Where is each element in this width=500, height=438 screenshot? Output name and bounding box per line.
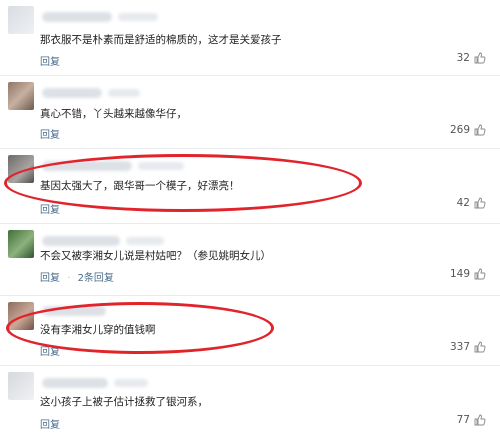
avatar[interactable] — [8, 230, 34, 258]
comment-text: 不会又被李湘女儿说是村姑吧？（参见姚明女儿） — [40, 250, 271, 262]
thumbs-up-icon — [474, 197, 486, 209]
separator: · — [67, 273, 71, 284]
comment-actions: 回复 — [40, 53, 64, 68]
highlight-ellipse — [4, 154, 362, 212]
thumbs-up-icon — [474, 414, 486, 426]
comment-actions: 回复 — [40, 126, 64, 141]
like-count: 32 — [456, 52, 470, 64]
comment-item: 不会又被李湘女儿说是村姑吧？（参见姚明女儿） 回复 · 2条回复 149 — [0, 224, 500, 296]
thumbs-up-icon — [474, 341, 486, 353]
comment-text: 这小孩子上被子估计拯救了银河系， — [40, 396, 208, 408]
like-button[interactable]: 32 — [457, 52, 486, 64]
like-count: 337 — [449, 341, 470, 353]
like-count: 269 — [449, 124, 470, 136]
username-blurred-extra — [126, 237, 164, 245]
comment-actions: 回复 · 2条回复 — [40, 269, 118, 284]
avatar[interactable] — [8, 6, 34, 34]
username-blurred[interactable] — [42, 236, 120, 246]
comment-item: 这小孩子上被子估计拯救了银河系， 回复 77 — [0, 366, 500, 438]
comment-text: 那衣服不是朴素而是舒适的棉质的，这才是关爱孩子 — [40, 34, 282, 46]
username-blurred-extra — [108, 89, 140, 97]
like-button[interactable]: 269 — [450, 124, 486, 136]
username-blurred[interactable] — [42, 12, 112, 22]
reply-link[interactable]: 回复 — [40, 57, 60, 68]
comment-text: 真心不错，丫头越来越像华仔， — [40, 108, 187, 120]
username-blurred-extra — [114, 379, 148, 387]
highlight-ellipse — [6, 302, 274, 354]
like-count: 77 — [456, 414, 470, 426]
username-blurred-extra — [118, 13, 158, 21]
username-blurred[interactable] — [42, 88, 102, 98]
like-count: 149 — [449, 268, 470, 280]
thumbs-up-icon — [474, 124, 486, 136]
avatar[interactable] — [8, 82, 34, 110]
comment-actions: 回复 — [40, 416, 64, 431]
thumbs-up-icon — [474, 268, 486, 280]
like-count: 42 — [456, 197, 470, 209]
reply-link[interactable]: 回复 — [40, 420, 60, 431]
reply-link[interactable]: 回复 — [40, 347, 60, 358]
like-button[interactable]: 149 — [450, 268, 486, 280]
reply-link[interactable]: 回复 — [40, 205, 60, 216]
reply-link[interactable]: 回复 — [40, 130, 60, 141]
like-button[interactable]: 42 — [457, 197, 486, 209]
comment-item: 那衣服不是朴素而是舒适的棉质的，这才是关爱孩子 回复 32 — [0, 0, 500, 74]
comment-item: 真心不错，丫头越来越像华仔， 回复 269 — [0, 76, 500, 148]
username-blurred[interactable] — [42, 378, 108, 388]
avatar[interactable] — [8, 372, 34, 400]
replies-count-link[interactable]: 2条回复 — [78, 273, 114, 284]
like-button[interactable]: 77 — [457, 414, 486, 426]
reply-link[interactable]: 回复 — [40, 273, 60, 284]
like-button[interactable]: 337 — [450, 341, 486, 353]
thumbs-up-icon — [474, 52, 486, 64]
